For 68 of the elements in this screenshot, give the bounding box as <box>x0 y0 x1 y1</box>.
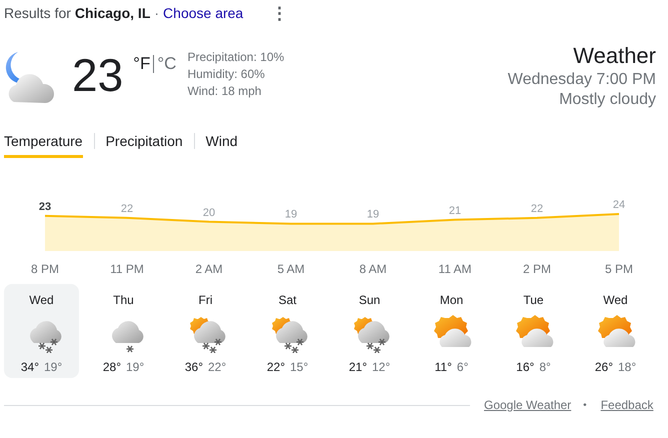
hour-label: 2 PM <box>522 262 552 276</box>
footer-link[interactable]: Google Weather <box>484 398 572 412</box>
low-temperature: 8° <box>539 360 551 374</box>
day-name: Wed <box>603 293 628 307</box>
choose-area-link[interactable]: Choose area <box>163 5 244 21</box>
results-label: Results for <box>4 5 71 21</box>
weather-title: Weather <box>573 42 656 70</box>
high-temperature: 34° <box>20 360 39 374</box>
location-name: Chicago, IL <box>74 5 150 21</box>
more-options-button[interactable]: ⋮ <box>269 2 290 24</box>
hour-label: 2 AM <box>194 262 224 276</box>
footer-link[interactable]: Feedback <box>600 398 654 412</box>
day-tile[interactable]: Sun 21° 12° <box>332 284 407 378</box>
date-time: Wednesday 7:00 PM <box>508 70 656 90</box>
separator-dot: · <box>154 5 160 21</box>
high-temperature: 11° <box>434 360 452 374</box>
day-tile[interactable]: Fri 36° 22° <box>168 284 243 378</box>
hour-label: 11 PM <box>109 262 145 276</box>
data-label: 19 <box>366 208 380 221</box>
day-name: Sun <box>358 293 380 307</box>
unit-toggle[interactable]: °C <box>153 55 180 73</box>
data-label: 22 <box>530 202 544 215</box>
low-temperature: 19° <box>126 360 144 374</box>
data-label: 23 <box>38 200 52 213</box>
data-label: 24 <box>612 198 626 211</box>
low-temperature: 12° <box>372 360 390 374</box>
day-name: Tue <box>523 293 544 307</box>
low-temperature: 19° <box>44 360 62 374</box>
day-name: Wed <box>29 293 54 307</box>
data-label: 20 <box>202 206 216 219</box>
high-temperature: 16° <box>516 360 534 374</box>
high-temperature: 26° <box>594 360 613 374</box>
hour-label: 8 AM <box>358 262 388 276</box>
unit-toggle[interactable]: °F <box>130 55 154 73</box>
hour-label: 5 PM <box>604 262 634 276</box>
hour-label: 11 AM <box>437 262 473 276</box>
high-temperature: 22° <box>266 360 285 374</box>
high-temperature: 21° <box>348 360 367 374</box>
day-tile[interactable]: Tue 16° 8° <box>496 284 571 378</box>
tab[interactable]: Precipitation <box>106 128 183 158</box>
low-temperature: 18° <box>618 360 636 374</box>
tab[interactable]: Temperature <box>4 128 83 158</box>
day-tile[interactable]: Mon 11° 6° <box>414 284 489 378</box>
condition-text: Mostly cloudy <box>559 90 656 110</box>
tab[interactable]: Wind <box>206 128 238 158</box>
day-name: Fri <box>198 293 212 307</box>
low-temperature: 15° <box>290 360 308 374</box>
weather-detail: Wind: 18 mph <box>187 83 262 100</box>
weather-detail: Precipitation: 10% <box>187 49 284 66</box>
high-temperature: 36° <box>184 360 203 374</box>
low-temperature: 6° <box>456 360 468 374</box>
data-label: 19 <box>284 208 298 221</box>
data-label: 22 <box>120 202 134 215</box>
day-name: Thu <box>113 293 134 307</box>
day-tile[interactable]: Wed 34° 19° <box>4 284 79 378</box>
hour-label: 8 PM <box>30 262 60 276</box>
day-tile[interactable]: Thu 28° 19° <box>86 284 161 378</box>
high-temperature: 28° <box>102 360 121 374</box>
current-temperature: 23 <box>72 50 124 100</box>
day-tile[interactable]: Wed 26° 18° <box>578 284 653 378</box>
low-temperature: 22° <box>208 360 226 374</box>
day-tile[interactable]: Sat 22° 15° <box>250 284 325 378</box>
day-name: Sat <box>278 293 296 307</box>
weather-detail: Humidity: 60% <box>187 66 266 83</box>
day-name: Mon <box>440 293 464 307</box>
data-label: 21 <box>448 204 462 217</box>
separator-dot: • <box>583 400 587 410</box>
hour-label: 5 AM <box>276 262 306 276</box>
